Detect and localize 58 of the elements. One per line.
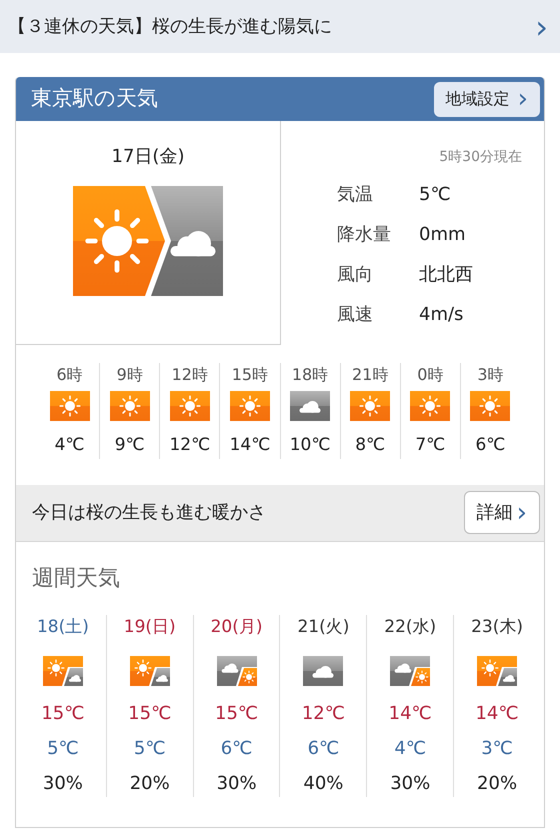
news-banner[interactable]: 【３連休の天気】桜の生長が進む陽気に ›: [0, 0, 560, 53]
high-temperature: 15℃: [41, 702, 84, 726]
hour-label: 6時: [56, 364, 83, 386]
today-date: 17日(金): [112, 145, 184, 169]
hour-temperature: 6℃: [475, 434, 506, 457]
low-temperature: 5℃: [47, 737, 79, 761]
low-temperature: 6℃: [220, 737, 252, 761]
banner-headline: 【３連休の天気】桜の生長が進む陽気に: [8, 15, 332, 39]
high-temperature: 12℃: [302, 702, 345, 726]
low-temperature: 3℃: [481, 737, 513, 761]
details-button[interactable]: 詳細›: [464, 491, 540, 534]
day-label: 20(月): [210, 616, 263, 638]
high-temperature: 14℃: [475, 702, 519, 726]
high-temperature: 14℃: [388, 702, 432, 726]
low-temperature: 6℃: [308, 737, 340, 761]
hour-label: 21時: [352, 364, 388, 386]
rain-chance: 20%: [477, 772, 518, 796]
rain-chance: 30%: [42, 772, 83, 796]
hour-label: 18時: [292, 364, 328, 386]
hour-temperature: 10℃: [290, 434, 330, 457]
card-title: 東京駅の天気: [31, 85, 158, 112]
rain-chance: 30%: [216, 772, 257, 796]
stat-value: 北北西: [419, 263, 473, 287]
hour-label: 12時: [172, 364, 208, 386]
stat-label: 風速: [337, 303, 374, 327]
hour-temperature: 14℃: [230, 434, 270, 457]
day-label: 19(日): [124, 616, 176, 638]
day-label: 21(火): [297, 616, 350, 638]
hour-label: 3時: [477, 364, 504, 386]
high-temperature: 15℃: [215, 702, 258, 726]
hour-temperature: 8℃: [355, 434, 386, 457]
hour-temperature: 12℃: [169, 434, 210, 457]
day-label: 22(水): [384, 616, 436, 638]
low-temperature: 4℃: [394, 737, 426, 761]
hour-temperature: 9℃: [114, 434, 145, 457]
rain-chance: 20%: [130, 772, 170, 796]
hour-label: 15時: [232, 364, 268, 386]
high-temperature: 15℃: [128, 702, 172, 726]
hour-temperature: 4℃: [54, 434, 85, 457]
stat-label: 降水量: [337, 223, 392, 247]
summary-text: 今日は桜の生長も進む暖かさ: [32, 501, 266, 525]
hour-label: 0時: [417, 364, 444, 386]
hour-temperature: 7℃: [415, 434, 446, 457]
chevron-icon: ›: [535, 10, 548, 42]
observation-time: 5時30分現在: [439, 148, 522, 167]
stat-label: 風向: [337, 263, 374, 287]
rain-chance: 40%: [303, 772, 344, 796]
hour-label: 9時: [116, 364, 143, 386]
low-temperature: 5℃: [134, 737, 166, 761]
rain-chance: 30%: [390, 772, 430, 796]
stat-value: 4m/s: [419, 303, 464, 327]
stat-value: 0mm: [419, 223, 466, 247]
region-settings-button[interactable]: 地域設定 ›: [434, 82, 540, 116]
stat-label: 気温: [337, 183, 374, 207]
section-title: 週間天気: [32, 564, 120, 592]
day-label: 18(土): [36, 616, 89, 638]
day-label: 23(木): [471, 616, 523, 638]
stat-value: 5℃: [419, 183, 451, 207]
